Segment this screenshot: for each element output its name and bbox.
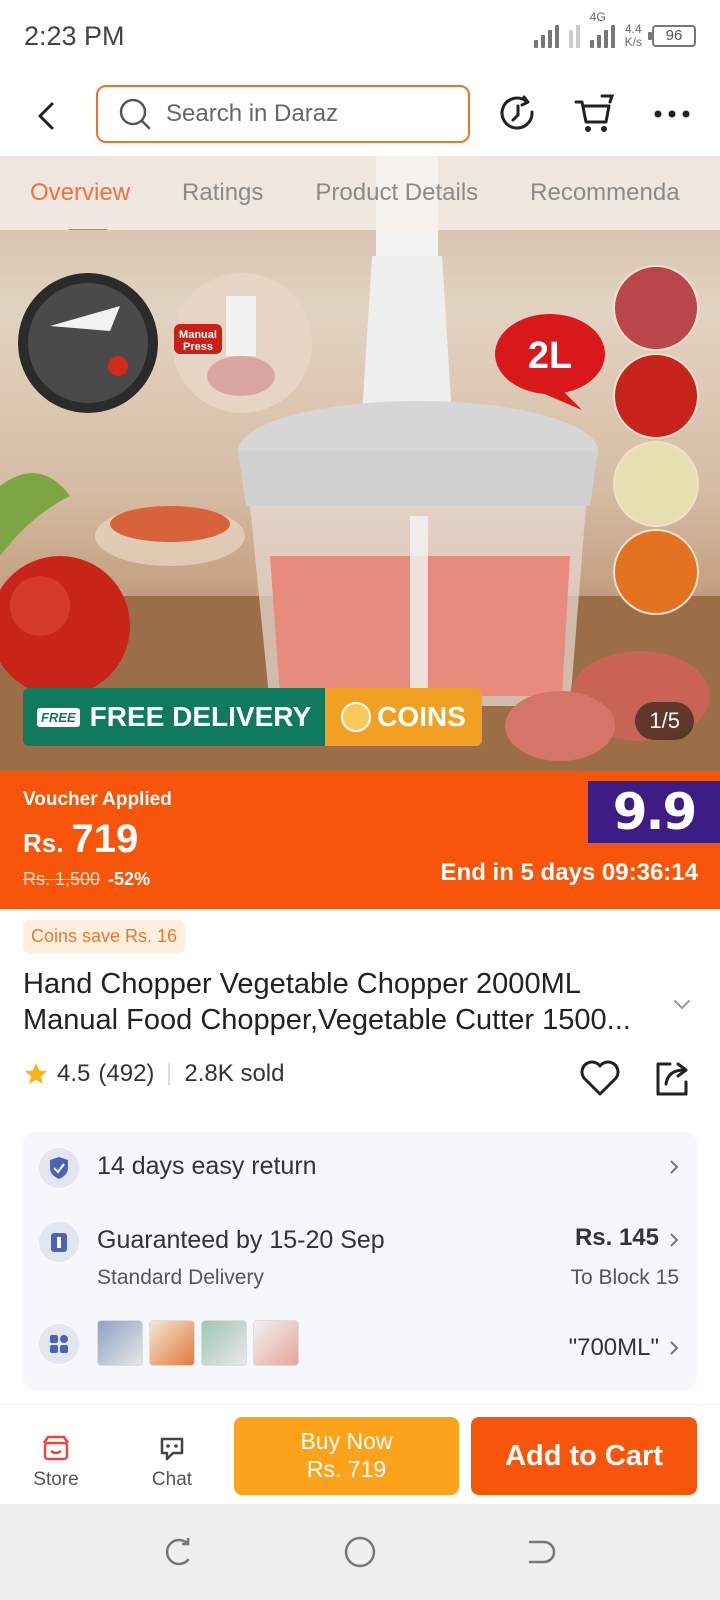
- variant-row[interactable]: "700ML": [23, 1302, 697, 1390]
- chat-label: Chat: [151, 1469, 193, 1490]
- system-navigation-bar: [0, 1504, 720, 1600]
- back-nav-icon[interactable]: [522, 1534, 558, 1570]
- status-time: 2:23 PM: [24, 20, 125, 51]
- status-bar: 2:23 PM 4G 4.4 K/s 96: [0, 0, 720, 72]
- variant-thumbnail[interactable]: [97, 1320, 143, 1366]
- return-policy-row[interactable]: 14 days easy return: [23, 1132, 697, 1202]
- price-amount: 719: [71, 817, 139, 861]
- delivery-guarantee-text: Guaranteed by 15-20 Sep: [97, 1226, 385, 1254]
- coin-icon: [341, 702, 372, 732]
- variant-thumbnail[interactable]: [149, 1320, 195, 1366]
- coins-label: COINS: [377, 701, 466, 732]
- status-indicators: 4G 4.4 K/s 96: [533, 10, 696, 49]
- free-delivery-label: FREE DELIVERY: [89, 701, 312, 732]
- promo-strip: FREE FREE DELIVERY COINS: [23, 688, 482, 746]
- search-icon: [119, 98, 151, 130]
- voucher-applied-label: Voucher Applied: [23, 789, 172, 810]
- original-price-row: Rs. 1,500 -52%: [23, 869, 150, 890]
- chat-button[interactable]: Chat: [132, 1433, 212, 1491]
- cart-icon[interactable]: [572, 92, 616, 136]
- campaign-badge: 9.9: [588, 781, 720, 843]
- variant-thumbnail[interactable]: [201, 1320, 247, 1366]
- product-image-gallery[interactable]: Manual Press 2L Overview Ratings Product…: [0, 156, 720, 771]
- star-icon: [25, 1063, 47, 1084]
- product-photo-chopper: Manual Press 2L: [0, 156, 720, 771]
- truck-icon: FREE: [37, 707, 80, 727]
- rating-row[interactable]: 4.5 (492) 2.8K sold: [23, 1060, 284, 1088]
- manual-press-label-line1: Manual: [179, 329, 217, 341]
- sale-countdown: End in 5 days 09:36:14: [440, 859, 698, 886]
- signal-icon: [533, 24, 559, 48]
- selected-variant: "700ML": [568, 1334, 659, 1361]
- search-placeholder: Search in Daraz: [166, 100, 339, 127]
- image-counter: 1/5: [635, 702, 694, 740]
- network-type: 4G: [589, 10, 606, 24]
- chevron-right-icon: [670, 1341, 679, 1355]
- delivery-fee: Rs. 145: [574, 1224, 659, 1251]
- heart-icon[interactable]: [578, 1056, 622, 1100]
- add-to-cart-button[interactable]: Add to Cart: [471, 1417, 697, 1495]
- tab-product-details[interactable]: Product Details: [315, 179, 478, 207]
- home-icon[interactable]: [342, 1534, 378, 1570]
- discount-percent: -52%: [108, 869, 151, 889]
- search-input[interactable]: Search in Daraz: [96, 85, 470, 143]
- shield-check-icon: [39, 1148, 79, 1188]
- bottom-action-bar: Store Chat Buy Now Rs. 719 Add to Cart: [0, 1404, 720, 1504]
- tab-overview[interactable]: Overview: [30, 179, 130, 230]
- buy-now-label: Buy Now: [300, 1428, 393, 1454]
- variant-thumbnails: [97, 1320, 299, 1366]
- chevron-right-icon: [670, 1160, 679, 1174]
- buy-now-button[interactable]: Buy Now Rs. 719: [234, 1417, 459, 1495]
- current-price: Rs. 719: [23, 817, 138, 862]
- chat-icon: [160, 1437, 184, 1461]
- service-card: 14 days easy return Guaranteed by 15-20 …: [23, 1132, 697, 1390]
- more-icon[interactable]: [650, 92, 694, 136]
- product-title[interactable]: Hand Chopper Vegetable Chopper 2000ML Ma…: [23, 966, 653, 1038]
- price-currency: Rs.: [23, 828, 64, 858]
- delivery-icon: [39, 1222, 79, 1262]
- return-policy-text: 14 days easy return: [97, 1152, 317, 1180]
- variants-grid-icon: [39, 1324, 79, 1364]
- original-price: Rs. 1,500: [23, 869, 101, 889]
- signal-4g-icon: 4G: [589, 10, 615, 48]
- chevron-right-icon: [670, 1233, 679, 1247]
- review-count: (492): [98, 1060, 155, 1087]
- battery-icon: 96: [648, 25, 696, 47]
- manual-press-label-line2: Press: [183, 341, 213, 353]
- buy-now-price: Rs. 719: [306, 1456, 387, 1482]
- store-button[interactable]: Store: [16, 1433, 96, 1491]
- store-label: Store: [33, 1469, 79, 1490]
- tab-ratings[interactable]: Ratings: [182, 179, 263, 207]
- network-speed-unit: K/s: [624, 35, 642, 49]
- coins-save-badge: Coins save Rs. 16: [23, 920, 186, 953]
- sold-count: 2.8K sold: [184, 1060, 285, 1087]
- history-icon[interactable]: [496, 92, 540, 136]
- divider: [168, 1063, 171, 1085]
- product-title-line2: Manual Food Chopper,Vegetable Cutter 150…: [23, 1004, 631, 1036]
- delivery-row[interactable]: Guaranteed by 15-20 Sep Standard Deliver…: [23, 1202, 697, 1302]
- chevron-down-icon[interactable]: [668, 996, 696, 1014]
- product-title-line1: Hand Chopper Vegetable Chopper 2000ML: [23, 968, 581, 1000]
- delivery-method-text: Standard Delivery: [97, 1266, 264, 1289]
- recent-apps-icon[interactable]: [160, 1534, 196, 1570]
- tab-recommendations[interactable]: Recommenda: [530, 179, 679, 207]
- rating-value: 4.5: [57, 1060, 91, 1087]
- capacity-label: 2L: [528, 335, 572, 377]
- delivery-location: To Block 15: [570, 1266, 679, 1289]
- back-arrow-icon[interactable]: [28, 96, 68, 136]
- variant-thumbnail[interactable]: [253, 1320, 299, 1366]
- data-arrows-icon: [568, 24, 580, 48]
- price-banner: Voucher Applied Rs. 719 Rs. 1,500 -52% 9.9…: [0, 771, 720, 909]
- coins-badge: COINS: [325, 688, 482, 746]
- network-speed: 4.4 K/s: [625, 23, 642, 49]
- store-icon: [42, 1435, 70, 1461]
- free-delivery-badge: FREE FREE DELIVERY: [23, 688, 326, 746]
- share-icon[interactable]: [650, 1056, 694, 1100]
- product-section-tabs: Overview Ratings Product Details Recomme…: [0, 156, 720, 230]
- top-header: Search in Daraz: [0, 80, 720, 150]
